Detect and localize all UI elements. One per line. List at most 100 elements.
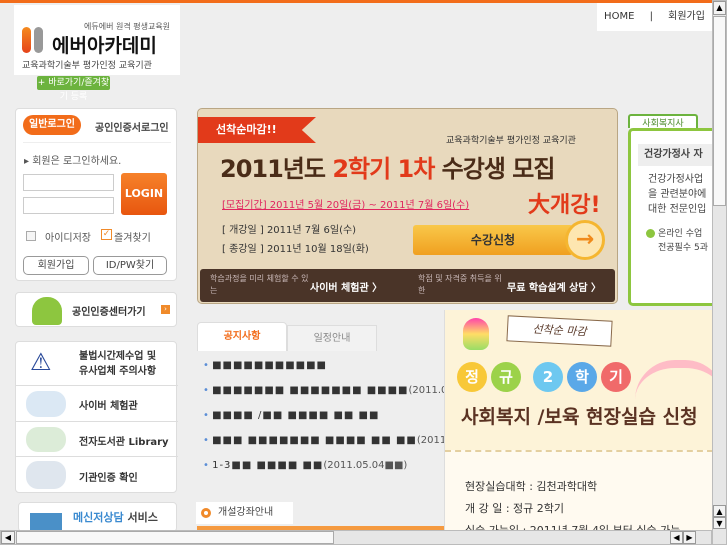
join-button[interactable]: 회원가입 (23, 256, 89, 275)
list-item[interactable]: • ■■■■ /■■ ■■■■ ■■ ■■ (203, 410, 448, 435)
end-date: [ 종강일 ] 2011년 10월 18일(화) (222, 244, 369, 255)
menu-label: 불법시간제수업 및 (79, 351, 157, 362)
messenger-title: 메신저상담 (73, 511, 124, 524)
tab-general-login[interactable]: 일반로그인 (23, 115, 81, 135)
quick-menu: ⚠ 불법시간제수업 및유사업체 주의사항 사이버 체험관 전자도서관 Libra… (15, 341, 178, 493)
favorites-label: 즐겨찾기 (114, 233, 151, 244)
join-link[interactable]: 회원가입 (668, 11, 705, 22)
list-item[interactable]: • ■■■■■■■ ■■■■■■■ ■■■■(2011.03 (203, 385, 454, 410)
notice-title: ■■■■■■■■■■■ (212, 360, 328, 371)
menu-label: 기관인증 확인 (79, 473, 138, 484)
horizontal-scrollbar-thumb[interactable] (16, 531, 334, 544)
popup-scroll-right-button[interactable]: ▶ (683, 531, 696, 544)
menu-item-illegal-warning[interactable]: ⚠ 불법시간제수업 및유사업체 주의사항 (16, 342, 178, 386)
popup-scroll-left-button[interactable]: ◀ (670, 531, 683, 544)
cert-center-link[interactable]: 공인인증센터가기 › (15, 292, 177, 327)
circle-char: 기 (601, 362, 631, 392)
banner-org: 교육과학기술부 평가인정 교육기관 (446, 136, 576, 146)
divider (23, 142, 171, 143)
recruit-banner[interactable]: 선착순마감!! 교육과학기술부 평가인정 교육기관 2011년도 2학기 1차 … (197, 108, 618, 304)
courses-header[interactable]: 개설강좌안내 (196, 502, 293, 524)
circle-char: 학 (567, 362, 597, 392)
logo-name: 에버아카데미 (52, 35, 157, 57)
tab-schedule[interactable]: 일정안내 (287, 325, 377, 351)
start-date: [ 개강일 ] 2011년 7월 6일(수) (222, 225, 357, 236)
tab-social-worker[interactable]: 사회복지사 (628, 114, 698, 129)
practicum-popup[interactable]: 선착순 마감 정 규 2 학 기 사회복지 /보육 현장실습 신청 현장실습대학… (444, 310, 712, 531)
logo[interactable]: 에듀에버 원격 평생교육원 에버아카데미 교육과학기술부 평가인정 교육기관 (14, 5, 180, 75)
favorites-checkbox[interactable]: ✓ (101, 229, 112, 240)
logo-mark-icon (22, 27, 31, 53)
circle-char: 2 (533, 362, 563, 392)
cert-center-label: 공인인증센터가기 (72, 307, 146, 318)
apply-button[interactable]: 수강신청 (413, 225, 573, 255)
buildings-illustration-icon (26, 461, 66, 489)
scrollbar-thumb[interactable] (713, 16, 726, 206)
login-prompt: ▸ 회원은 로그인하세요. (24, 156, 122, 167)
notice-title: ■■■■ /■■ ■■■■ ■■ ■■ (212, 410, 380, 421)
banner-title: 2011년도 2학기 1차 수강생 모집 (220, 149, 556, 184)
right-info-panel: 사회복지사 건강가정사 자 건강가정사업을 관련분야에 대한 전문인입니다. 온… (628, 110, 712, 306)
list-item[interactable]: • ■■■ ■■■■■■■ ■■■■ ■■ ■■(2011■ (203, 435, 456, 460)
home-link[interactable]: HOME (604, 11, 634, 22)
cyber-experience-link[interactable]: 사이버 체험관 〉 (310, 279, 382, 294)
panel-title: 건강가정사 자 (638, 144, 712, 166)
warning-icon: ⚠ (30, 348, 52, 376)
vertical-scrollbar[interactable]: ▲ ▲ ▼ (712, 0, 727, 545)
cyber-illustration-icon (26, 391, 66, 417)
notice-title: ■■■■■■■ ■■■■■■■ ■■■■ (212, 385, 409, 396)
menu-item-accreditation[interactable]: 기관인증 확인 (16, 457, 178, 493)
menu-label: 전자도서관 Library (79, 437, 169, 448)
scroll-left-button[interactable]: ◀ (1, 531, 15, 544)
id-input[interactable] (23, 174, 114, 191)
free-consult-link[interactable]: 무료 학습설계 상담 〉 (507, 279, 601, 294)
big-open-text: 大개강! (528, 193, 601, 218)
panel-body: 건강가정사업을 관련분야에 대한 전문인입니다. (648, 174, 707, 215)
tab-cert-login[interactable]: 공인인증서로그인 (95, 119, 169, 134)
circle-char: 규 (491, 362, 521, 392)
banner-bottom-bar: 학습과정을 미리 체험할 수 있는 사이버 체험관 〉 학점 및 자격증 취득을… (200, 269, 615, 302)
semester-circles: 정 규 2 학 기 (457, 362, 631, 392)
title-part-2: 수강생 모집 (434, 155, 556, 183)
messenger-title-2: 서비스 (127, 511, 158, 524)
deadline-ribbon: 선착순마감!! (198, 117, 316, 143)
password-input[interactable] (23, 197, 114, 214)
scroll-up-button[interactable]: ▲ (713, 1, 726, 15)
circle-char: 정 (457, 362, 487, 392)
bar1-caption: 학습과정을 미리 체험할 수 있는 (210, 274, 309, 295)
find-idpw-button[interactable]: ID/PW찾기 (93, 256, 167, 275)
save-id-checkbox[interactable] (26, 231, 36, 241)
bookmark-button[interactable]: + 바로가기/즐겨찾기 등록 (37, 76, 110, 102)
bar2-caption: 학점 및 자격증 취득을 위한 (418, 274, 502, 295)
list-item[interactable]: • ■■■■■■■■■■■ (203, 360, 448, 385)
number-icon (646, 229, 655, 238)
popup-scroll-down-button[interactable]: ▼ (713, 517, 726, 529)
logo-tagline: 교육과학기술부 평가인정 교육기관 (22, 61, 152, 71)
recruit-period: [모집기간] 2011년 5월 20일(금) ~ 2011년 7월 6일(수) (222, 200, 470, 211)
notice-list: • ■■■■■■■■■■■ • ■■■■■■■ ■■■■■■■ ■■■■(201… (203, 360, 456, 485)
notice-date: (2011.05.04■■) (323, 460, 408, 471)
separator: | (649, 11, 653, 22)
logo-mark-icon-2 (34, 27, 43, 53)
title-part: 2011년도 (220, 155, 333, 183)
list-item[interactable]: • 1-3■■ ■■■■ ■■(2011.05.04■■) (203, 460, 448, 485)
menu-label-2: 유사업체 주의사항 (79, 366, 157, 377)
menu-item-library[interactable]: 전자도서관 Library (16, 422, 178, 457)
menu-label: 사이버 체험관 (79, 401, 138, 412)
login-button[interactable]: LOGIN (121, 173, 167, 215)
popup-title: 사회복지 /보육 현장실습 신청 (461, 406, 698, 428)
rainbow-icon (635, 360, 712, 400)
popup-details: 현장실습대학 : 김천과학대학 개 강 일 : 정규 2학기 실습 가능일 : … (465, 476, 680, 531)
deadline-banner: 선착순 마감 (506, 315, 613, 347)
tab-notice[interactable]: 공지사항 (197, 322, 287, 351)
popup-scroll-up-button[interactable]: ▲ (713, 505, 726, 517)
courses-label: 개설강좌안내 (218, 507, 274, 518)
balloon-icon (463, 318, 489, 350)
login-panel: 일반로그인 공인인증서로그인 ▸ 회원은 로그인하세요. LOGIN 아이디저장… (15, 108, 177, 281)
globe-icon (32, 297, 62, 325)
messenger-service[interactable]: 메신저상담 서비스 (18, 502, 177, 533)
arrow-icon: › (161, 305, 170, 314)
arrow-right-icon[interactable]: → (565, 220, 605, 260)
menu-item-cyber[interactable]: 사이버 체험관 (16, 386, 178, 422)
horizontal-scrollbar[interactable]: ◀ ◀ ▶ (0, 530, 712, 545)
